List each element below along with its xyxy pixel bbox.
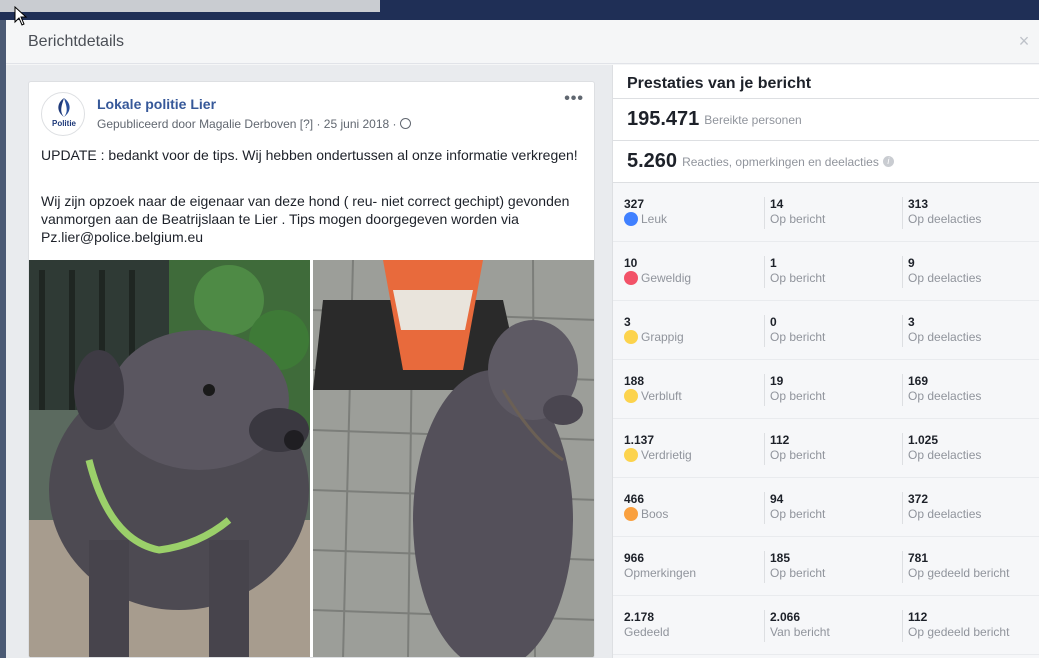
comments-label: Opmerkingen — [624, 566, 697, 580]
close-button[interactable]: × — [1015, 32, 1033, 50]
angry-on-post: 94 — [770, 492, 784, 506]
shares-label: Gedeeld — [624, 625, 670, 639]
wow-on-shares: 169 — [908, 374, 929, 388]
angry-label: Boos — [641, 507, 669, 521]
shares-total: 2.178 — [624, 610, 655, 624]
sad-on-post: 112 — [770, 433, 790, 447]
sad-on-post-label: Op bericht — [770, 448, 826, 462]
like-on-post: 14 — [770, 197, 784, 211]
love-total: 10 — [624, 256, 638, 270]
like-on-shares-label: Op deelacties — [908, 212, 982, 226]
mouse-cursor-icon — [14, 6, 28, 26]
comments-on-shares: 781 — [908, 551, 929, 565]
love-on-post: 1 — [770, 256, 777, 270]
dialog-content: Politie Lokale politie Lier Gepubliceerd… — [6, 65, 1039, 658]
wow-on-shares-label: Op deelacties — [908, 389, 982, 403]
haha-on-shares-label: Op deelacties — [908, 330, 982, 344]
angry-on-post-label: Op bericht — [770, 507, 826, 521]
post-photo-dog-front[interactable] — [29, 260, 310, 657]
comments-on-post-label: Op bericht — [770, 566, 826, 580]
like-on-shares: 313 — [908, 197, 929, 211]
haha-icon — [624, 330, 638, 344]
engagement-label: Reacties, opmerkingen en deelacties — [682, 154, 879, 169]
post-photo-dog-back[interactable] — [313, 260, 594, 657]
angry-on-shares-label: Op deelacties — [908, 507, 982, 521]
post-preview-area: Politie Lokale politie Lier Gepubliceerd… — [6, 65, 612, 658]
reach-summary: 195.471 Bereikte personen — [613, 99, 1039, 141]
angry-total: 466 — [624, 492, 645, 506]
haha-label: Grappig — [641, 330, 684, 344]
sad-on-shares-label: Op deelacties — [908, 448, 982, 462]
top-strip — [0, 0, 380, 12]
page-name-link[interactable]: Lokale politie Lier — [97, 96, 216, 112]
love-on-shares-label: Op deelacties — [908, 271, 982, 285]
dialog-title: Berichtdetails — [28, 33, 125, 50]
engagement-summary: 5.260 Reacties, opmerkingen en deelactie… — [613, 141, 1039, 183]
stats-row-haha: 3 Grappig 0 Op bericht 3 Op deelacties — [613, 301, 1039, 360]
globe-icon — [399, 118, 411, 129]
angry-on-shares: 372 — [908, 492, 929, 506]
wow-total: 188 — [624, 374, 645, 388]
comments-on-shares-label: Op gedeeld bericht — [908, 566, 1010, 580]
love-on-shares: 9 — [908, 256, 915, 270]
wow-on-post: 19 — [770, 374, 784, 388]
like-total: 327 — [624, 197, 645, 211]
performance-title: Prestaties van je bericht — [613, 65, 1039, 99]
love-label: Geweldig — [641, 271, 692, 285]
stats-row-wow: 188 Verbluft 19 Op bericht 169 Op deelactie… — [613, 360, 1039, 419]
stats-row-angry: 466 Boos 94 Op bericht 372 Op deelacties — [613, 478, 1039, 537]
shares-from-post: 2.066 — [770, 610, 801, 624]
post-body-text: Wij zijn opzoek naar de eigenaar van dez… — [41, 193, 570, 245]
stats-row-comments: 966 Opmerkingen 185 Op bericht 781 Op gedee… — [613, 537, 1039, 596]
shares-on-shared-label: Op gedeeld bericht — [908, 625, 1010, 639]
stats-row-love: 10 Geweldig 1 Op bericht 9 Op deelacties — [613, 242, 1039, 301]
shares-on-shared: 112 — [908, 610, 928, 624]
comments-total: 966 — [624, 551, 645, 565]
dog-cone-photo-image — [313, 260, 594, 657]
angry-icon — [624, 507, 638, 521]
shares-from-post-label: Van bericht — [770, 625, 830, 639]
haha-total: 3 — [624, 315, 631, 329]
avatar-label: Politie — [52, 119, 77, 128]
like-label: Leuk — [641, 212, 668, 226]
post-details-dialog: Berichtdetails × Politie Lokale politie … — [6, 20, 1039, 658]
sad-label: Verdrietig — [641, 448, 692, 462]
wow-icon — [624, 389, 638, 403]
wow-on-post-label: Op bericht — [770, 389, 826, 403]
sad-on-shares: 1.025 — [908, 433, 939, 447]
haha-on-post-label: Op bericht — [770, 330, 826, 344]
info-icon[interactable]: i — [882, 156, 894, 167]
more-options-button[interactable]: ••• — [564, 90, 584, 108]
wow-label: Verbluft — [641, 389, 682, 403]
like-on-post-label: Op bericht — [770, 212, 826, 226]
comments-on-post: 185 — [770, 551, 791, 565]
dialog-header: Berichtdetails × — [6, 20, 1039, 64]
love-icon — [624, 271, 638, 285]
page-avatar[interactable]: Politie — [41, 92, 85, 136]
sad-icon — [624, 448, 638, 462]
haha-on-post: 0 — [770, 315, 777, 329]
stats-row-shares: 2.178 Gedeeld 2.066 Van bericht 112 Op gede… — [613, 596, 1039, 655]
reach-value: 195.471 — [627, 108, 700, 130]
post-meta-text: Gepubliceerd door Magalie Derboven [?] ·… — [97, 117, 397, 131]
reach-label: Bereikte personen — [704, 112, 802, 127]
engagement-value: 5.260 — [627, 150, 678, 172]
top-navigation-bar — [0, 0, 1039, 20]
post-meta: Gepubliceerd door Magalie Derboven [?] ·… — [97, 117, 411, 131]
love-on-post-label: Op bericht — [770, 271, 826, 285]
dog-photo-image — [29, 260, 310, 657]
police-logo-icon: Politie — [52, 98, 77, 128]
post-performance-panel: Prestaties van je bericht 195.471 Bereik… — [612, 65, 1039, 658]
stats-row-sad: 1.137 Verdrietig 112 Op bericht 1.025 Op de… — [613, 419, 1039, 478]
haha-on-shares: 3 — [908, 315, 915, 329]
post-update-text: UPDATE : bedankt voor de tips. Wij hebbe… — [41, 147, 578, 163]
like-icon — [624, 212, 638, 226]
sad-total: 1.137 — [624, 433, 655, 447]
stats-row-like: 327 Leuk 14 Op bericht 313 Op deelacties — [613, 183, 1039, 242]
post-card: Politie Lokale politie Lier Gepubliceerd… — [28, 81, 595, 658]
